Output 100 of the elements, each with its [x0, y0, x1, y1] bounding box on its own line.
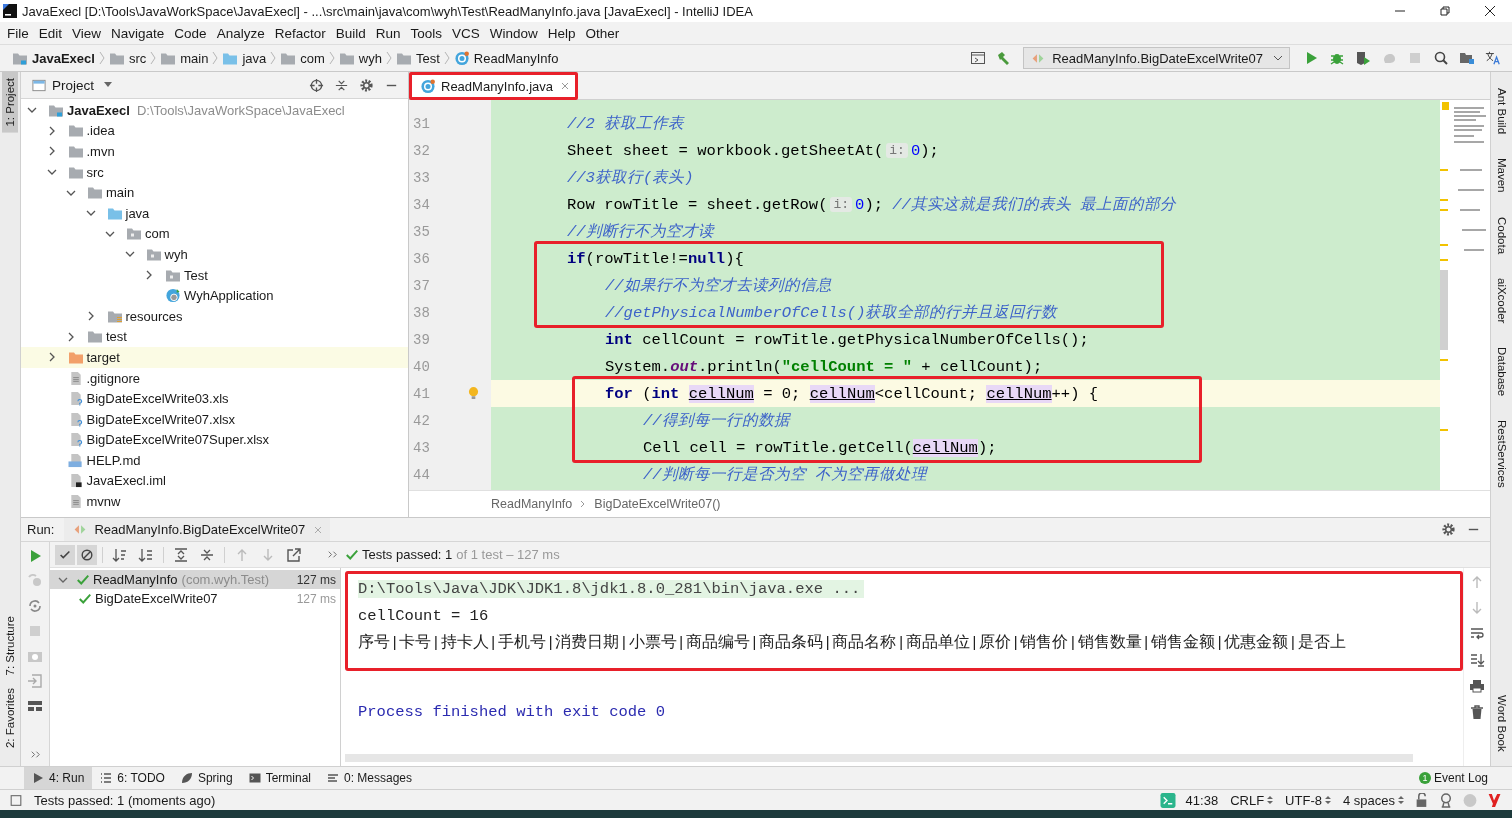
plugin-icon[interactable]: [1486, 792, 1502, 808]
breadcrumb-item[interactable]: wyh: [334, 50, 386, 66]
terminal-window-icon[interactable]: [970, 50, 987, 66]
run-configuration-dropdown[interactable]: ReadManyInfo.BigDateExcelWrite07: [1023, 47, 1290, 69]
menu-item[interactable]: Navigate: [106, 25, 170, 41]
tree-item[interactable]: target: [21, 347, 408, 368]
breadcrumb-item[interactable]: BigDateExcelWrite07(): [594, 497, 721, 511]
check-icon: [76, 572, 90, 587]
menu-item[interactable]: Edit: [33, 25, 68, 41]
toggle-auto-test-icon[interactable]: [27, 598, 43, 614]
chevron-right-icon: [98, 51, 105, 65]
tool-window-button[interactable]: aiXcoder: [1493, 275, 1510, 326]
run-tab[interactable]: ReadManyInfo.BigDateExcelWrite07: [64, 518, 331, 541]
menu-item[interactable]: Help: [542, 25, 581, 41]
print-icon[interactable]: [1469, 678, 1485, 694]
event-log-button[interactable]: 1 Event Log: [1418, 771, 1488, 785]
editor-tab[interactable]: ReadManyInfo.java: [409, 72, 578, 100]
tree-item[interactable]: HELP.md: [21, 450, 408, 471]
project-structure-icon[interactable]: [1459, 50, 1475, 66]
tree-item[interactable]: JavaExecl.iml: [21, 470, 408, 492]
tool-window-button[interactable]: 1: Project: [2, 72, 18, 133]
sort-icon[interactable]: [112, 546, 128, 563]
chevron-icon[interactable]: [66, 331, 76, 342]
tree-item[interactable]: .idea: [21, 120, 408, 142]
square-icon[interactable]: [8, 792, 24, 808]
test-tree-item[interactable]: ReadManyInfo (com.wyh.Test) 127 ms: [50, 570, 340, 589]
tool-window-button[interactable]: 2: Favorites: [2, 681, 18, 754]
crosshair-icon[interactable]: [309, 77, 324, 93]
tree-item[interactable]: test: [21, 326, 408, 348]
indent-selector[interactable]: 4 spaces: [1342, 792, 1404, 808]
menu-item[interactable]: Analyze: [211, 25, 270, 41]
tool-window-tab[interactable]: 6: TODO: [92, 767, 173, 789]
inspector-icon[interactable]: [1438, 792, 1454, 808]
tool-window-tab[interactable]: 4: Run: [24, 767, 93, 789]
tree-item[interactable]: mvnw: [21, 491, 408, 512]
check-icon[interactable]: [55, 544, 75, 565]
tool-window-tab[interactable]: Terminal: [240, 767, 319, 789]
line-ending-selector[interactable]: CRLF: [1230, 792, 1274, 808]
search-icon[interactable]: [1433, 50, 1449, 66]
chevron-icon[interactable]: [144, 270, 154, 281]
tree-item[interactable]: com: [21, 223, 408, 245]
menu-item[interactable]: Code: [169, 25, 212, 41]
test-tree-item[interactable]: BigDateExcelWrite07 127 ms: [50, 589, 340, 608]
menu-item[interactable]: Build: [330, 25, 371, 41]
scroll-to-end-icon[interactable]: [1469, 652, 1485, 668]
tool-window-button[interactable]: RestServices: [1493, 418, 1510, 491]
tool-window-button[interactable]: Maven: [1493, 156, 1510, 195]
menu-item[interactable]: File: [2, 25, 34, 41]
menu-item[interactable]: VCS: [447, 25, 485, 41]
breadcrumb-item[interactable]: JavaExecl: [8, 50, 99, 66]
tool-window-tab[interactable]: Spring: [172, 767, 241, 789]
tool-window-button[interactable]: 7: Structure: [2, 610, 18, 682]
tool-window-button[interactable]: Codota: [1493, 214, 1510, 256]
breadcrumb-item[interactable]: Test: [392, 50, 444, 66]
tree-item[interactable]: java: [21, 202, 408, 224]
tool-window-button[interactable]: Word Book: [1493, 693, 1510, 754]
breadcrumb-item[interactable]: ReadManyInfo: [449, 50, 563, 66]
scrollbar[interactable]: [345, 754, 1413, 762]
restore-icon[interactable]: [1439, 5, 1451, 17]
tree-item[interactable]: resources: [21, 305, 408, 327]
tree-item[interactable]: .gitignore: [21, 367, 408, 389]
breadcrumb-item[interactable]: java: [218, 50, 271, 66]
tree-item[interactable]: JavaExecl D:\Tools\JavaWorkSpace\JavaExecl: [21, 100, 408, 121]
menu-item[interactable]: Other: [580, 25, 625, 41]
close-icon[interactable]: [1484, 5, 1496, 17]
tool-window-button[interactable]: Database: [1493, 345, 1510, 399]
breadcrumb-item[interactable]: ReadManyInfo: [491, 497, 573, 511]
encoding-selector[interactable]: UTF-8: [1285, 792, 1331, 808]
translate-icon[interactable]: [1485, 50, 1501, 66]
tree-item[interactable]: BigDateExcelWrite03.xls: [21, 388, 408, 409]
menu-item[interactable]: Run: [370, 25, 406, 41]
caret-position[interactable]: 41:38: [1185, 792, 1219, 808]
expand-all-icon[interactable]: [173, 546, 189, 563]
tree-item[interactable]: BigDateExcelWrite07Super.xlsx: [21, 429, 408, 451]
tree-item[interactable]: Test: [21, 264, 408, 286]
tree-item[interactable]: WyhApplication: [21, 285, 408, 306]
trash-icon[interactable]: [1469, 704, 1485, 720]
menu-item[interactable]: Refactor: [269, 25, 331, 41]
tree-item[interactable]: BigDateExcelWrite07.xlsx: [21, 408, 408, 430]
tree-item[interactable]: src: [21, 161, 408, 183]
tree-item[interactable]: main: [21, 182, 408, 203]
settings-icon[interactable]: [359, 77, 374, 93]
tree-item[interactable]: .mvn: [21, 141, 408, 162]
tree-item[interactable]: wyh: [21, 244, 408, 265]
breadcrumb-item[interactable]: main: [156, 50, 213, 66]
sort-icon[interactable]: [138, 546, 154, 563]
soft-wrap-icon[interactable]: [1469, 626, 1485, 642]
cancel-icon[interactable]: [77, 544, 97, 565]
breadcrumb-item[interactable]: src: [104, 50, 151, 66]
layout-icon[interactable]: [27, 698, 43, 714]
project-view-dropdown[interactable]: Project: [31, 77, 114, 93]
menu-item[interactable]: Tools: [405, 25, 447, 41]
tool-window-tab[interactable]: 0: Messages: [319, 767, 421, 789]
coverage-icon[interactable]: [1355, 50, 1371, 66]
export-icon[interactable]: [286, 546, 302, 563]
tool-window-button[interactable]: Ant Build: [1493, 86, 1510, 137]
settings-icon[interactable]: [1441, 522, 1456, 537]
menu-item[interactable]: View: [67, 25, 107, 41]
breadcrumb-item[interactable]: com: [276, 50, 329, 66]
menu-item[interactable]: Window: [484, 25, 543, 41]
